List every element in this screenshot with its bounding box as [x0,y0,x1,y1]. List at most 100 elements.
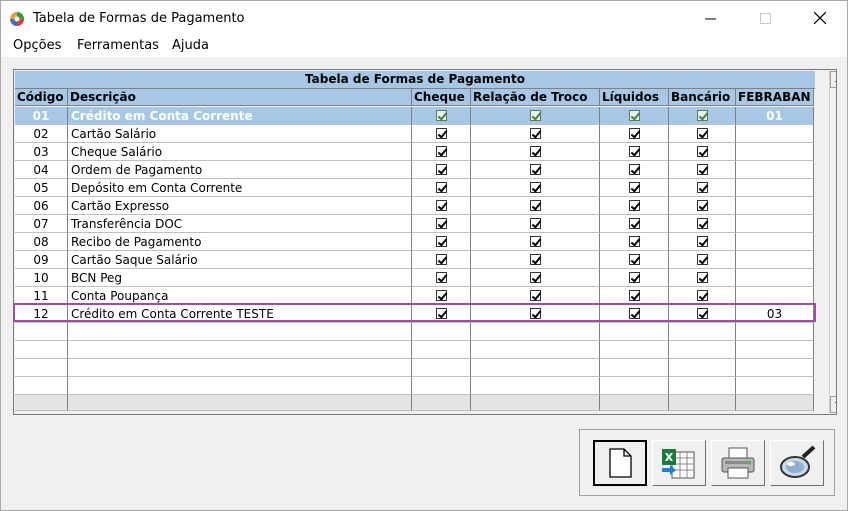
table-row[interactable]: 04 Ordem de Pagamento [15,161,814,179]
liquidos-checkbox[interactable] [629,272,640,283]
col-header-liquidos[interactable]: Líquidos [600,89,669,106]
liquidos-checkbox[interactable] [629,182,640,193]
empty-cell[interactable] [669,377,736,395]
col-header-descricao[interactable]: Descrição [68,89,412,106]
table-row[interactable]: 06 Cartão Expresso [15,197,814,215]
bancario-checkbox[interactable] [697,290,708,301]
vertical-scrollbar[interactable] [829,71,836,413]
liquidos-checkbox[interactable] [629,128,640,139]
table-row[interactable]: 02 Cartão Salário [15,125,814,143]
cheque-checkbox[interactable] [436,236,447,247]
troco-checkbox[interactable] [530,218,541,229]
cheque-checkbox[interactable] [436,128,447,139]
search-button[interactable] [770,440,824,486]
cell-code[interactable]: 02 [15,125,68,143]
scroll-down-button[interactable] [830,396,836,413]
cell-febraban[interactable] [736,179,814,197]
empty-cell[interactable] [600,323,669,341]
empty-cell[interactable] [600,377,669,395]
menu-ferramentas[interactable]: Ferramentas [77,38,159,53]
cell-code[interactable]: 10 [15,269,68,287]
liquidos-checkbox[interactable] [629,164,640,175]
menu-ajuda[interactable]: Ajuda [172,38,209,53]
cell-desc[interactable]: Transferência DOC [68,215,412,233]
col-header-cheque[interactable]: Cheque [412,89,471,106]
troco-checkbox[interactable] [530,272,541,283]
cell-desc[interactable]: Cartão Saque Salário [68,251,412,269]
cheque-checkbox[interactable] [436,272,447,283]
troco-checkbox[interactable] [530,254,541,265]
cell-code[interactable]: 05 [15,179,68,197]
empty-cell[interactable] [600,359,669,377]
cell-code[interactable]: 09 [15,251,68,269]
empty-cell[interactable] [412,323,471,341]
troco-checkbox[interactable] [530,128,541,139]
liquidos-checkbox[interactable] [629,146,640,157]
empty-cell[interactable] [68,377,412,395]
bancario-checkbox[interactable] [697,182,708,193]
col-header-codigo[interactable]: Código [15,89,68,106]
empty-cell[interactable] [412,377,471,395]
liquidos-checkbox[interactable] [629,290,640,301]
cell-desc[interactable]: Recibo de Pagamento [68,233,412,251]
cell-desc[interactable]: Ordem de Pagamento [68,161,412,179]
empty-cell[interactable] [15,359,68,377]
empty-cell[interactable] [412,341,471,359]
minimize-button[interactable] [687,1,733,35]
table-row[interactable]: 07 Transferência DOC [15,215,814,233]
maximize-button[interactable] [742,1,788,35]
liquidos-checkbox[interactable] [629,236,640,247]
empty-cell[interactable] [736,323,814,341]
empty-cell[interactable] [15,323,68,341]
bancario-checkbox[interactable] [697,254,708,265]
empty-cell[interactable] [471,359,600,377]
cell-desc[interactable]: Cartão Expresso [68,197,412,215]
export-excel-button[interactable]: X [652,440,706,486]
empty-cell[interactable] [669,341,736,359]
cell-code[interactable]: 06 [15,197,68,215]
cell-febraban[interactable] [736,215,814,233]
troco-checkbox[interactable] [530,110,541,121]
empty-cell[interactable] [68,341,412,359]
troco-checkbox[interactable] [530,290,541,301]
troco-checkbox[interactable] [530,164,541,175]
cell-code[interactable]: 01 [15,107,68,125]
empty-row[interactable] [15,341,814,359]
cell-febraban[interactable] [736,143,814,161]
empty-cell[interactable] [471,341,600,359]
cell-febraban[interactable] [736,161,814,179]
empty-cell[interactable] [15,377,68,395]
cell-desc[interactable]: Depósito em Conta Corrente [68,179,412,197]
liquidos-checkbox[interactable] [629,110,640,121]
cheque-checkbox[interactable] [436,164,447,175]
empty-row[interactable] [15,323,814,341]
cell-febraban[interactable]: 01 [736,107,814,125]
cell-desc[interactable]: BCN Peg [68,269,412,287]
table-row[interactable]: 01 Crédito em Conta Corrente 01 [15,107,814,125]
cell-desc[interactable]: Crédito em Conta Corrente [68,107,412,125]
troco-checkbox[interactable] [530,182,541,193]
col-header-troco[interactable]: Relação de Troco [471,89,600,106]
liquidos-checkbox[interactable] [629,254,640,265]
liquidos-checkbox[interactable] [629,200,640,211]
scroll-up-button[interactable] [830,71,836,88]
col-header-febraban[interactable]: FEBRABAN [736,89,814,106]
troco-checkbox[interactable] [530,236,541,247]
empty-cell[interactable] [471,323,600,341]
table-row[interactable]: 03 Cheque Salário [15,143,814,161]
troco-checkbox[interactable] [530,146,541,157]
empty-cell[interactable] [736,341,814,359]
cell-febraban[interactable] [736,125,814,143]
table-row[interactable]: 09 Cartão Saque Salário [15,251,814,269]
cheque-checkbox[interactable] [436,218,447,229]
bancario-checkbox[interactable] [697,146,708,157]
bancario-checkbox[interactable] [697,128,708,139]
table-row[interactable]: 08 Recibo de Pagamento [15,233,814,251]
empty-cell[interactable] [736,359,814,377]
cell-febraban[interactable] [736,197,814,215]
new-button[interactable] [593,440,647,486]
cell-febraban[interactable] [736,251,814,269]
menu-opcoes[interactable]: Opções [13,38,61,53]
cheque-checkbox[interactable] [436,146,447,157]
cheque-checkbox[interactable] [436,200,447,211]
